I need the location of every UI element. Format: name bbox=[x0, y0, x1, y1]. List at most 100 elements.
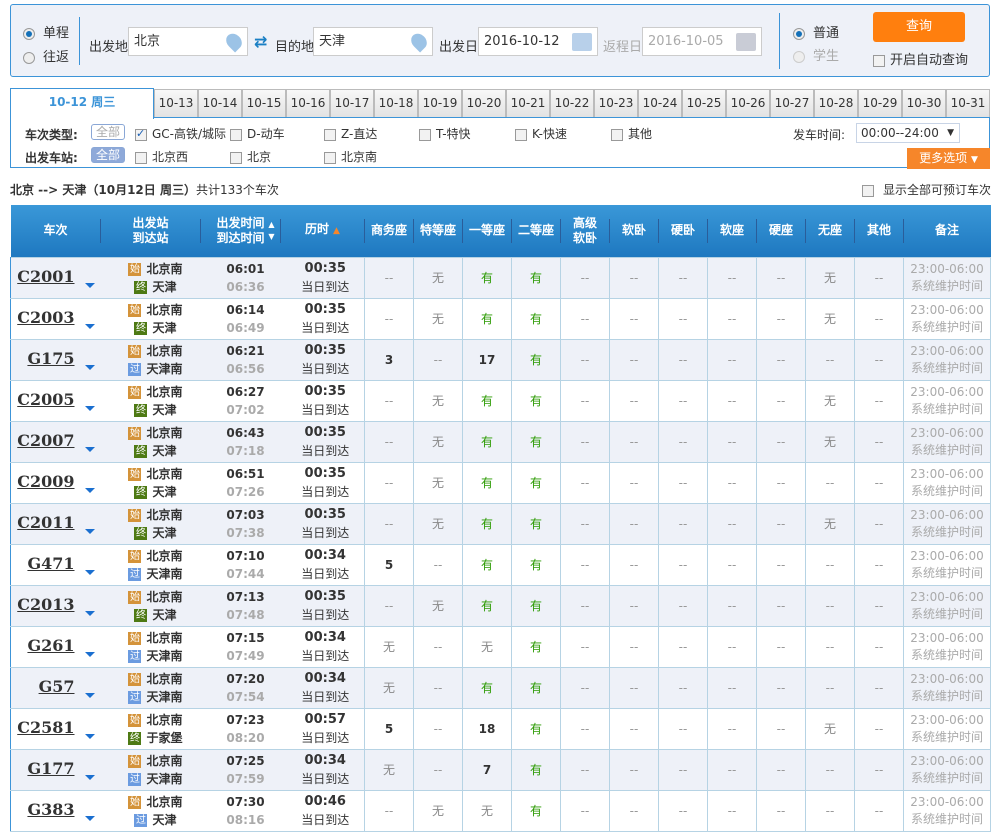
train-type-checkbox[interactable]: 其他 bbox=[611, 125, 652, 142]
tab-date[interactable]: 10-16 bbox=[286, 89, 330, 118]
seat-availability[interactable]: 有 bbox=[511, 666, 561, 709]
train-number-link[interactable]: C2013 bbox=[17, 595, 74, 614]
tab-date[interactable]: 10-25 bbox=[682, 89, 726, 118]
tab-date[interactable]: 10-30 bbox=[902, 89, 946, 118]
dropdown-arrow-icon[interactable] bbox=[84, 406, 95, 411]
auto-query-checkbox[interactable]: 开启自动查询 bbox=[873, 49, 968, 68]
train-number-link[interactable]: C2003 bbox=[17, 308, 74, 327]
depart-time-select[interactable]: 00:00--24:00 ▼ bbox=[856, 123, 960, 143]
tab-date[interactable]: 10-26 bbox=[726, 89, 770, 118]
tab-date[interactable]: 10-19 bbox=[418, 89, 462, 118]
tab-date[interactable]: 10-31 bbox=[946, 89, 990, 118]
tab-date[interactable]: 10-23 bbox=[594, 89, 638, 118]
train-number-link[interactable]: G471 bbox=[27, 554, 74, 573]
calendar-icon[interactable] bbox=[572, 33, 592, 51]
depart-date-input[interactable]: 2016-10-12 bbox=[478, 27, 598, 56]
tab-date[interactable]: 10-14 bbox=[198, 89, 242, 118]
seat-availability[interactable]: 有 bbox=[511, 625, 561, 668]
train-number-link[interactable]: G261 bbox=[27, 636, 74, 655]
seat-availability[interactable]: 有 bbox=[462, 461, 512, 504]
seat-availability[interactable]: 有 bbox=[462, 256, 512, 299]
dropdown-arrow-icon[interactable] bbox=[84, 652, 95, 657]
train-number-link[interactable]: C2001 bbox=[17, 267, 74, 286]
tab-date[interactable]: 10-15 bbox=[242, 89, 286, 118]
seat-availability[interactable]: 有 bbox=[511, 461, 561, 504]
seat-availability[interactable]: 有 bbox=[511, 584, 561, 627]
train-number-link[interactable]: G57 bbox=[39, 677, 75, 696]
trip-round-radio[interactable]: 往返 bbox=[23, 46, 69, 65]
dropdown-arrow-icon[interactable] bbox=[84, 775, 95, 780]
seat-availability[interactable]: 有 bbox=[462, 379, 512, 422]
tab-date[interactable]: 10-13 bbox=[154, 89, 198, 118]
tab-date[interactable]: 10-29 bbox=[858, 89, 902, 118]
dropdown-arrow-icon[interactable] bbox=[84, 447, 95, 452]
seat-availability[interactable]: 17 bbox=[462, 338, 512, 381]
dropdown-arrow-icon[interactable] bbox=[84, 529, 95, 534]
seat-availability[interactable]: 18 bbox=[462, 707, 512, 750]
query-button[interactable]: 查询 bbox=[873, 12, 965, 42]
tab-date[interactable]: 10-18 bbox=[374, 89, 418, 118]
train-type-checkbox[interactable]: K-快速 bbox=[515, 125, 567, 142]
tab-date[interactable]: 10-27 bbox=[770, 89, 814, 118]
seat-availability[interactable]: 3 bbox=[364, 338, 414, 381]
seat-availability[interactable]: 有 bbox=[511, 707, 561, 750]
dropdown-arrow-icon[interactable] bbox=[84, 488, 95, 493]
train-type-checkbox[interactable]: T-特快 bbox=[419, 125, 471, 142]
station-all-button[interactable]: 全部 bbox=[91, 147, 126, 163]
seat-availability[interactable]: 有 bbox=[462, 666, 512, 709]
train-number-link[interactable]: G175 bbox=[27, 349, 74, 368]
dropdown-arrow-icon[interactable] bbox=[84, 611, 95, 616]
return-date-input[interactable]: 2016-10-05 bbox=[642, 27, 762, 56]
train-number-link[interactable]: C2005 bbox=[17, 390, 74, 409]
dropdown-arrow-icon[interactable] bbox=[84, 816, 95, 821]
calendar-icon[interactable] bbox=[736, 33, 756, 51]
seat-availability[interactable]: 5 bbox=[364, 543, 414, 586]
tab-active-date[interactable]: 10-12 周三 bbox=[10, 88, 154, 119]
seat-availability[interactable]: 有 bbox=[511, 338, 561, 381]
show-all-checkbox[interactable]: 显示全部可预订车次 bbox=[862, 181, 991, 198]
seat-availability[interactable]: 有 bbox=[462, 584, 512, 627]
seat-availability[interactable]: 有 bbox=[462, 420, 512, 463]
passenger-student-radio[interactable]: 学生 bbox=[793, 45, 839, 64]
trip-one-way-radio[interactable]: 单程 bbox=[23, 22, 69, 41]
station-checkbox[interactable]: 北京 bbox=[230, 148, 271, 165]
dropdown-arrow-icon[interactable] bbox=[84, 693, 95, 698]
swap-icon[interactable]: ⇄ bbox=[254, 32, 267, 51]
train-number-link[interactable]: C2011 bbox=[17, 513, 74, 532]
seat-availability[interactable]: 有 bbox=[462, 543, 512, 586]
to-input[interactable]: 天津 bbox=[313, 27, 433, 56]
train-number-link[interactable]: C2581 bbox=[17, 718, 74, 737]
dropdown-arrow-icon[interactable] bbox=[84, 324, 95, 329]
train-number-link[interactable]: G177 bbox=[27, 759, 74, 778]
seat-availability[interactable]: 有 bbox=[511, 420, 561, 463]
seat-availability[interactable]: 5 bbox=[364, 707, 414, 750]
column-header[interactable]: 历时 ▲ bbox=[280, 205, 365, 257]
from-input[interactable]: 北京 bbox=[128, 27, 248, 56]
seat-availability[interactable]: 有 bbox=[511, 256, 561, 299]
station-checkbox[interactable]: 北京南 bbox=[324, 148, 377, 165]
seat-availability[interactable]: 有 bbox=[462, 502, 512, 545]
train-type-checkbox[interactable]: Z-直达 bbox=[324, 125, 377, 142]
tab-date[interactable]: 10-24 bbox=[638, 89, 682, 118]
train-type-checkbox[interactable]: D-动车 bbox=[230, 125, 285, 142]
train-number-link[interactable]: G383 bbox=[27, 800, 74, 819]
seat-availability[interactable]: 有 bbox=[511, 748, 561, 791]
dropdown-arrow-icon[interactable] bbox=[84, 734, 95, 739]
station-checkbox[interactable]: 北京西 bbox=[135, 148, 188, 165]
tab-date[interactable]: 10-20 bbox=[462, 89, 506, 118]
tab-date[interactable]: 10-17 bbox=[330, 89, 374, 118]
dropdown-arrow-icon[interactable] bbox=[84, 283, 95, 288]
seat-availability[interactable]: 有 bbox=[511, 379, 561, 422]
train-type-all-button[interactable]: 全部 bbox=[91, 124, 126, 140]
train-type-checkbox[interactable]: GC-高铁/城际 bbox=[135, 125, 226, 142]
tab-date[interactable]: 10-22 bbox=[550, 89, 594, 118]
seat-availability[interactable]: 有 bbox=[511, 297, 561, 340]
seat-availability[interactable]: 有 bbox=[511, 502, 561, 545]
column-header[interactable]: 出发时间 到达时间 ▲ ▼ bbox=[200, 205, 281, 257]
more-options-button[interactable]: 更多选项 ▼ bbox=[907, 148, 990, 169]
dropdown-arrow-icon[interactable] bbox=[84, 365, 95, 370]
passenger-normal-radio[interactable]: 普通 bbox=[793, 22, 839, 41]
train-number-link[interactable]: C2007 bbox=[17, 431, 74, 450]
tab-date[interactable]: 10-21 bbox=[506, 89, 550, 118]
seat-availability[interactable]: 7 bbox=[462, 748, 512, 791]
